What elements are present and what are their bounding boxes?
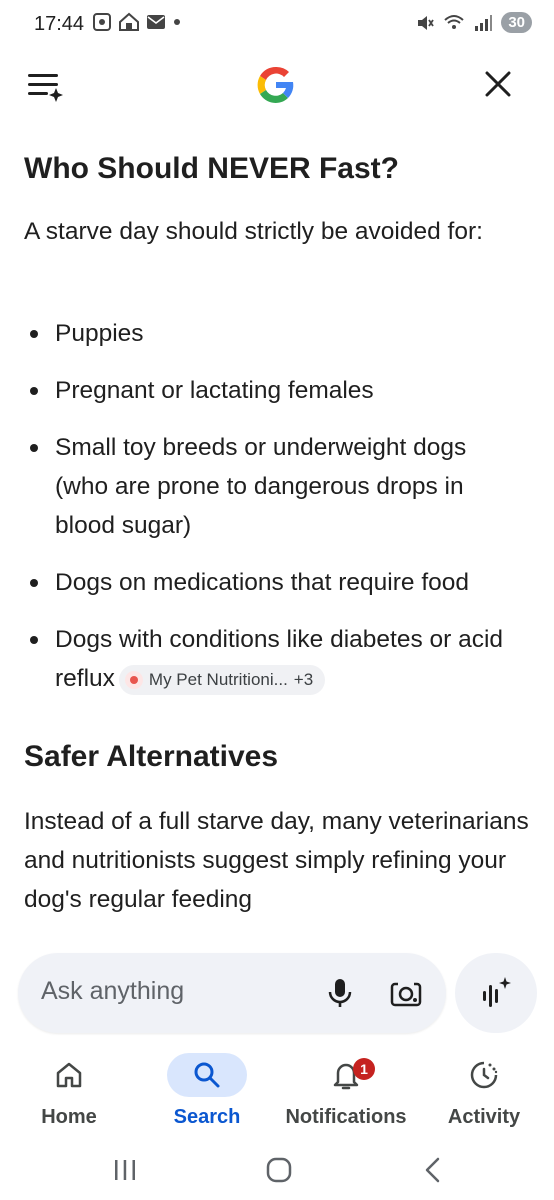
- status-time: 17:44: [34, 13, 85, 35]
- status-bar: 17:44 30: [0, 0, 554, 52]
- status-icons-right: 30: [415, 12, 532, 33]
- home-button-icon[interactable]: [259, 1152, 299, 1188]
- recents-icon[interactable]: [105, 1152, 145, 1188]
- signal-icon: [475, 14, 493, 31]
- ask-anything-input[interactable]: Ask anything: [18, 953, 446, 1033]
- lens-icon[interactable]: [388, 975, 424, 1011]
- nav-home-label: Home: [41, 1106, 97, 1128]
- bottom-navigation: Home Search 1 Notifications Activity: [0, 1048, 554, 1140]
- active-pill: [167, 1053, 247, 1097]
- mute-icon: [418, 15, 435, 30]
- wifi-icon: [444, 14, 464, 29]
- system-navigation-bar: [0, 1140, 554, 1200]
- top-app-bar: [0, 52, 554, 116]
- bullet-list: Puppies Pregnant or lactating females Sm…: [0, 314, 554, 716]
- home-store-icon: [119, 12, 139, 31]
- list-item: Dogs with conditions like diabetes or ac…: [0, 620, 554, 698]
- home-icon: [56, 1062, 82, 1088]
- intro-paragraph: A starve day should strictly be avoided …: [24, 218, 483, 245]
- list-item: Small toy breeds or underweight dogs (wh…: [0, 428, 554, 545]
- ai-mode-icon: [483, 977, 511, 1007]
- ask-placeholder: Ask anything: [41, 977, 185, 1005]
- alternatives-paragraph: Instead of a full starve day, many veter…: [24, 808, 529, 913]
- mic-icon[interactable]: [322, 975, 358, 1011]
- search-icon: [194, 1062, 220, 1088]
- mail-icon: [147, 15, 165, 29]
- back-icon[interactable]: [414, 1152, 454, 1188]
- nav-activity[interactable]: Activity: [415, 1054, 553, 1129]
- menu-sparkle-icon[interactable]: [26, 68, 66, 104]
- list-item: Dogs on medications that require food: [0, 563, 554, 602]
- source-chip[interactable]: My Pet Nutritioni... +3: [118, 664, 326, 695]
- notification-badge: 1: [353, 1058, 375, 1080]
- source-chip-label: My Pet Nutritioni...: [148, 669, 288, 689]
- heading-safer-alternatives: Safer Alternatives: [24, 740, 279, 773]
- battery-icon: 30: [501, 12, 532, 33]
- list-item: Puppies: [0, 314, 554, 353]
- source-favicon-icon: [124, 670, 143, 689]
- nav-search-label: Search: [173, 1106, 241, 1128]
- close-icon[interactable]: [482, 68, 514, 100]
- nav-notifications[interactable]: 1 Notifications: [277, 1054, 415, 1129]
- status-icons-left: [92, 12, 182, 32]
- nav-search[interactable]: Search: [138, 1053, 276, 1129]
- dot-icon: [174, 19, 180, 25]
- source-chip-extra: +3: [293, 669, 314, 689]
- nav-home[interactable]: Home: [0, 1054, 138, 1129]
- nav-activity-label: Activity: [447, 1106, 521, 1128]
- answer-content[interactable]: Who Should NEVER Fast? A starve day shou…: [0, 128, 554, 940]
- list-item: Pregnant or lactating females: [0, 371, 554, 410]
- ai-mode-button[interactable]: [455, 953, 537, 1033]
- heading-who-should-never-fast: Who Should NEVER Fast?: [24, 152, 399, 185]
- nav-notifications-label: Notifications: [285, 1106, 407, 1128]
- screenshot-icon: [93, 13, 111, 31]
- google-g-logo: [253, 62, 299, 108]
- activity-icon: [470, 1061, 498, 1089]
